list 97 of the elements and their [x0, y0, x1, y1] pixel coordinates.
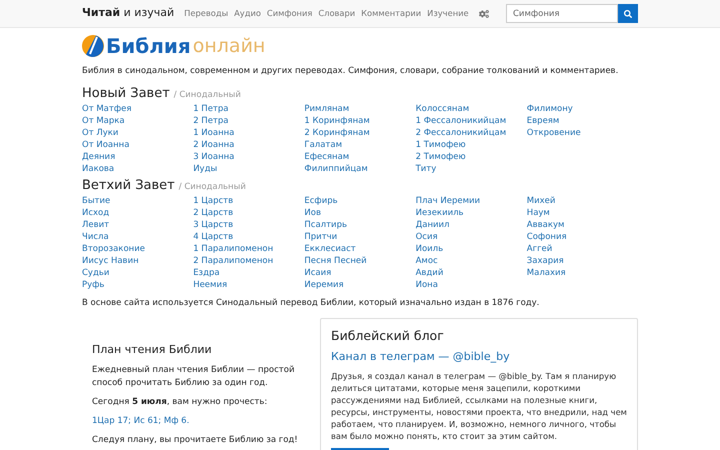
book-link[interactable]: 2 Царств [193, 206, 234, 219]
book-link[interactable]: 2 Коринфянам [304, 126, 370, 139]
book-link[interactable]: 4 Царств [193, 230, 234, 243]
book-link[interactable]: Песня Песней [304, 254, 367, 267]
book-link[interactable]: Осия [416, 230, 438, 243]
logo-icon [82, 35, 104, 57]
book-link[interactable]: Числа [82, 230, 109, 243]
readings-text: 1Цар 17; Ис 61; Мф 6. [92, 415, 190, 428]
book-link[interactable]: Колоссянам [416, 102, 470, 115]
book-link[interactable]: Римлянам [304, 102, 350, 115]
book-link[interactable]: Аггей [526, 242, 552, 255]
book-link[interactable]: Откровение [526, 126, 581, 139]
blog-title: Библейский блог [331, 326, 445, 344]
note-text: В основе сайта используется Синодальный перевод Библии, который изначально издан в 1876 году. [82, 296, 540, 310]
book-link[interactable]: От Иоанна [82, 138, 130, 151]
reading-link[interactable]: Ис 61 [134, 416, 158, 426]
book-link[interactable]: Иуды [193, 162, 218, 175]
book-link[interactable]: Псалтирь [304, 218, 347, 231]
book-link[interactable]: Михей [526, 194, 556, 207]
plan-outro: Следуя плану, вы прочитаете Библию за год! [92, 434, 299, 447]
nav-link[interactable]: Симфония [266, 7, 312, 20]
section-title: Новый Завет [82, 84, 170, 103]
book-link[interactable]: Титу [416, 162, 436, 175]
book-link[interactable]: Иона [416, 278, 438, 291]
logo-subtitle: онлайн [192, 36, 266, 56]
nav-link[interactable]: Переводы [184, 7, 228, 20]
nav-link[interactable]: Словари [318, 7, 356, 20]
book-link[interactable]: Софония [526, 230, 567, 243]
translation-label: / Синодальный [174, 88, 241, 102]
nav-link[interactable]: Аудио [234, 7, 261, 20]
book-link[interactable]: 1 Паралипоменон [193, 242, 274, 255]
book-link[interactable]: Евреям [526, 114, 560, 127]
book-link[interactable]: Даниил [416, 218, 450, 231]
book-link[interactable]: Малахия [526, 266, 566, 279]
book-link[interactable]: 3 Царств [193, 218, 234, 231]
logo-title: Библия [106, 36, 191, 56]
book-link[interactable]: Аввакум [526, 218, 564, 231]
plan-today: Сегодня 5 июля, вам нужно прочесть: [92, 396, 268, 409]
book-link[interactable]: 1 Иоанна [193, 126, 234, 139]
book-link[interactable]: 1 Петра [193, 102, 228, 115]
book-link[interactable]: Захария [526, 254, 564, 267]
search-button[interactable] [618, 4, 638, 23]
reading-link[interactable]: 1Цар 17 [92, 416, 128, 426]
book-link[interactable]: Плач Иеремии [416, 194, 480, 207]
book-link[interactable]: Судьи [82, 266, 110, 279]
book-link[interactable]: Исаия [304, 266, 332, 279]
book-link[interactable]: Наум [526, 206, 550, 219]
book-link[interactable]: Исход [82, 206, 110, 219]
book-link[interactable]: 2 Тимофею [416, 150, 466, 163]
book-link[interactable]: 1 Коринфянам [304, 114, 370, 127]
book-link[interactable]: Иезекииль [416, 206, 464, 219]
book-link[interactable]: Есфирь [304, 194, 338, 207]
nav-link[interactable]: Изучение [427, 7, 469, 20]
book-link[interactable]: Иакова [82, 162, 114, 175]
book-link[interactable]: Амос [416, 254, 438, 267]
post-title-link[interactable]: Канал в телеграм — @bible_by [331, 349, 627, 366]
book-link[interactable]: Иеремия [304, 278, 344, 291]
book-link[interactable]: Бытие [82, 194, 110, 207]
translation-label: / Синодальный [178, 180, 246, 194]
book-link[interactable]: Руфь [82, 278, 104, 291]
reading-link[interactable]: Мф 6 [164, 416, 187, 426]
book-link[interactable]: Филиппийцам [304, 162, 368, 175]
book-link[interactable]: Иисус Навин [82, 254, 139, 267]
book-link[interactable]: Авдий [416, 266, 444, 279]
plan-title: План чтения Библии [92, 342, 213, 358]
book-link[interactable]: Иов [304, 206, 321, 219]
settings-icon[interactable] [478, 8, 489, 18]
book-link[interactable]: Ефесянам [304, 150, 350, 163]
book-link[interactable]: Филимону [526, 102, 573, 115]
book-link[interactable]: От Луки [82, 126, 118, 139]
book-link[interactable]: От Марка [82, 114, 125, 127]
search-icon [624, 10, 632, 18]
book-link[interactable]: 2 Иоанна [193, 138, 234, 151]
book-link[interactable]: Иоиль [416, 242, 444, 255]
book-link[interactable]: Левит [82, 218, 110, 231]
book-link[interactable]: Галатам [304, 138, 342, 151]
book-link[interactable]: 3 Иоанна [193, 150, 234, 163]
book-link[interactable]: 2 Фессалоникийцам [416, 126, 506, 139]
book-link[interactable]: От Матфея [82, 102, 132, 115]
brand-link[interactable]: Читай и изучай [82, 5, 174, 22]
book-link[interactable]: 1 Царств [193, 194, 234, 207]
book-link[interactable]: 1 Фессалоникийцам [416, 114, 506, 127]
book-link[interactable]: Второзаконие [82, 242, 145, 255]
book-link[interactable]: 2 Петра [193, 114, 228, 127]
book-link[interactable]: 2 Паралипоменон [193, 254, 274, 267]
plan-intro: Ежедневный план чтения Библии — простой способ прочитать Библию за один год. [92, 364, 296, 390]
book-link[interactable]: Деяния [82, 150, 116, 163]
book-link[interactable]: Неемия [193, 278, 228, 291]
post-text: Друзья, я создал канал в телеграм — @bible_by. Там я планирую делиться цитатами, которые меня зацепили, короткими рассуждениями над Библией, ссылками на полезные книги, ресурсы, инструменты, новостями проекта, что внедрили, над чем работаем, что планируем. И, возможно, немного личного, чтобы вам было можно понять, кто стоит за этим сайтом. [331, 370, 627, 442]
book-link[interactable]: Екклесиаст [304, 242, 356, 255]
book-link[interactable]: 1 Тимофею [416, 138, 466, 151]
nav-link[interactable]: Комментарии [361, 7, 422, 20]
tagline: Библия в синодальном, современном и других переводах. Симфония, словари, собрание толкований и комментариев. [82, 65, 620, 78]
book-link[interactable]: Притчи [304, 230, 338, 243]
section-title: Ветхий Завет [82, 176, 175, 195]
book-link[interactable]: Ездра [193, 266, 220, 279]
search-field[interactable]: Симфония [506, 4, 618, 23]
